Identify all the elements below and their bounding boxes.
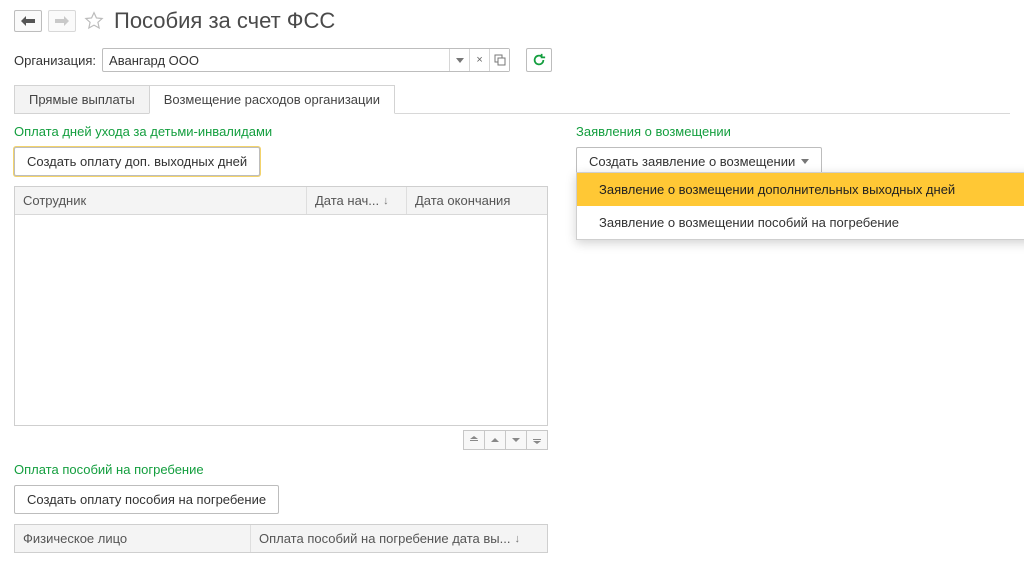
grid-disabled-children: Сотрудник Дата нач... ↓ Дата окончания (14, 186, 548, 426)
grid-burial: Физическое лицо Оплата пособий на погреб… (14, 524, 548, 553)
page-title: Пособия за счет ФСС (114, 8, 335, 34)
tab-reimbursement[interactable]: Возмещение расходов организации (149, 85, 395, 114)
section-title-burial: Оплата пособий на погребение (14, 462, 548, 477)
col-person[interactable]: Физическое лицо (15, 525, 251, 552)
sort-arrow-icon: ↓ (514, 533, 520, 545)
col-date-end[interactable]: Дата окончания (407, 187, 547, 214)
org-label: Организация: (14, 53, 96, 68)
chevron-down-icon (801, 159, 809, 164)
section-title-claims: Заявления о возмещении (576, 124, 1010, 139)
chevron-down-icon (456, 58, 464, 63)
create-extra-days-payment-button[interactable]: Создать оплату доп. выходных дней (14, 147, 260, 176)
org-input-wrapper: × (102, 48, 510, 72)
col-burial-date[interactable]: Оплата пособий на погребение дата вы... … (251, 525, 547, 552)
col-date-start[interactable]: Дата нач... ↓ (307, 187, 407, 214)
scroll-top-button[interactable] (463, 430, 485, 450)
sort-arrow-icon: ↓ (383, 195, 389, 207)
org-dropdown-button[interactable] (449, 49, 469, 71)
grid-body-empty[interactable] (15, 215, 547, 425)
tab-direct-payments[interactable]: Прямые выплаты (14, 85, 150, 114)
section-title-disabled-children: Оплата дней ухода за детьми-инвалидами (14, 124, 548, 139)
create-claim-label: Создать заявление о возмещении (589, 154, 795, 169)
refresh-icon (532, 53, 546, 67)
create-extra-days-label: Создать оплату доп. выходных дней (27, 154, 247, 169)
create-burial-label: Создать оплату пособия на погребение (27, 492, 266, 507)
scroll-bottom-button[interactable] (526, 430, 548, 450)
tabs: Прямые выплаты Возмещение расходов орган… (14, 84, 1010, 114)
nav-back-button[interactable] (14, 10, 42, 32)
menu-item-burial-claim[interactable]: Заявление о возмещении пособий на погреб… (577, 206, 1024, 239)
scroll-up-button[interactable] (484, 430, 506, 450)
open-icon (494, 54, 506, 66)
col-employee[interactable]: Сотрудник (15, 187, 307, 214)
org-input[interactable] (103, 49, 449, 71)
menu-item-extra-days-claim[interactable]: Заявление о возмещении дополнительных вы… (577, 173, 1024, 206)
create-claim-menu: Заявление о возмещении дополнительных вы… (576, 172, 1024, 240)
nav-forward-button[interactable] (48, 10, 76, 32)
org-clear-button[interactable]: × (469, 49, 489, 71)
org-open-button[interactable] (489, 49, 509, 71)
refresh-button[interactable] (526, 48, 552, 72)
scroll-down-button[interactable] (505, 430, 527, 450)
create-burial-payment-button[interactable]: Создать оплату пособия на погребение (14, 485, 279, 514)
favorite-star-icon[interactable] (84, 11, 104, 31)
